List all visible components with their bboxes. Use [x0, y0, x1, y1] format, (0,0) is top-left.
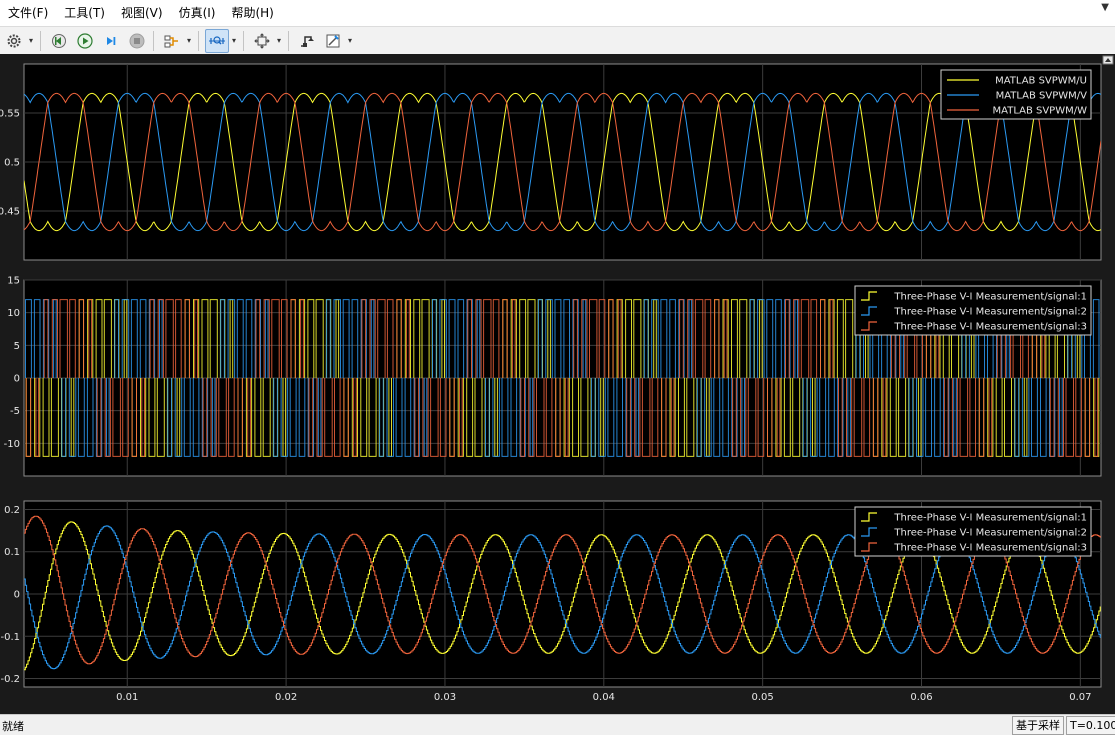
step-forward-button[interactable]	[99, 29, 123, 53]
toolbar-separator	[40, 30, 41, 51]
undock-icon	[1102, 55, 1114, 65]
step-back-button[interactable]	[47, 29, 71, 53]
step-back-icon	[52, 33, 66, 48]
scope-plot-2: 15 10 5 0 -5 -10 Three-Phase V-I Measurement/s…	[4, 276, 1102, 477]
stop-button[interactable]	[125, 29, 149, 53]
menu-simulation[interactable]: 仿真(I)	[171, 0, 224, 26]
legend: MATLAB SVPWM/U MATLAB SVPWM/V MATLAB SVPWM…	[940, 69, 1092, 120]
legend-entry-1: Three-Phase V-I Measurement/signal:1	[893, 292, 1087, 303]
fit-to-view-icon	[254, 32, 270, 49]
scope-plot-3: 0.2 0.1 0 -0.1 -0.2 0.01 0.02 0.03 0.04 0.05 0.06 0…	[0, 500, 1102, 703]
y-tick-label: 10	[7, 308, 20, 319]
scope-plot-1: 0.550.50.45MATLAB SVPWM/UMATLAB SVPWM/VM…	[0, 63, 1102, 261]
status-text: 就绪	[2, 720, 24, 733]
fit-to-view-button[interactable]	[250, 29, 274, 53]
zoom-dropdown[interactable]: ▾	[229, 30, 239, 52]
menu-view[interactable]: 视图(V)	[113, 0, 171, 26]
y-tick-label: 0.55	[0, 109, 20, 120]
y-tick-label: -0.2	[0, 674, 20, 685]
signal-highlight-icon	[164, 35, 178, 47]
settings-button[interactable]	[2, 29, 26, 53]
scope-plots[interactable]: 0.550.50.45MATLAB SVPWM/UMATLAB SVPWM/VM…	[0, 54, 1115, 714]
status-bar: 就绪 基于采样 T=0.100	[0, 714, 1115, 735]
y-tick-label: 0	[14, 374, 20, 385]
y-tick-label: -5	[10, 406, 20, 417]
stop-icon	[129, 33, 145, 48]
step-forward-icon	[107, 36, 116, 45]
legend: Three-Phase V-I Measurement/signal:1 Thre…	[854, 506, 1092, 557]
legend-entry-2: Three-Phase V-I Measurement/signal:2	[893, 307, 1087, 318]
y-tick-label: -0.1	[0, 632, 20, 643]
legend-entry-3: Three-Phase V-I Measurement/signal:3	[893, 543, 1087, 554]
legend: Three-Phase V-I Measurement/signal:1 Thre…	[854, 285, 1092, 336]
y-tick-label: 0.45	[0, 207, 20, 218]
y-tick-label: 15	[7, 276, 20, 287]
legend-entry-3: Three-Phase V-I Measurement/signal:3	[893, 322, 1087, 333]
toolbar-separator	[153, 30, 154, 51]
legend-entry-1: MATLAB SVPWM/U	[995, 76, 1087, 87]
y-tick-label: -10	[4, 439, 20, 450]
triggers-button[interactable]	[295, 29, 319, 53]
signal-highlight-button[interactable]	[160, 29, 184, 53]
y-tick-label: 0	[14, 590, 20, 601]
run-button[interactable]	[73, 29, 97, 53]
toolbar: ▾ ▾ ▾ ▾ ▾	[0, 26, 1115, 55]
x-tick-label: 0.05	[752, 692, 774, 703]
toolbar-separator	[288, 30, 289, 51]
measurement-button[interactable]	[321, 29, 345, 53]
scope-display: 0.55 0.5 0.45 MATLAB SVPWM/U MATLAB SVPWM/V M…	[0, 54, 1115, 714]
x-tick-label: 0.03	[434, 692, 456, 703]
settings-dropdown[interactable]: ▾	[26, 30, 36, 52]
menu-file[interactable]: 文件(F)	[0, 0, 56, 26]
menu-tools[interactable]: 工具(T)	[56, 0, 113, 26]
y-tick-label: 5	[14, 341, 20, 352]
legend-entry-2: Three-Phase V-I Measurement/signal:2	[893, 528, 1087, 539]
x-tick-label: 0.06	[910, 692, 932, 703]
legend-entry-2: MATLAB SVPWM/V	[996, 91, 1088, 102]
sample-mode: 基于采样	[1012, 716, 1064, 735]
x-tick-label: 0.01	[116, 692, 138, 703]
triggers-icon	[301, 35, 314, 47]
gear-icon	[7, 34, 21, 47]
collapse-menu-icon[interactable]: ▼	[1101, 2, 1109, 13]
legend-entry-1: Three-Phase V-I Measurement/signal:1	[893, 513, 1087, 524]
toolbar-separator	[198, 30, 199, 51]
toolbar-separator	[243, 30, 244, 51]
x-tick-label: 0.04	[593, 692, 615, 703]
signal-highlight-dropdown[interactable]: ▾	[184, 30, 194, 52]
y-tick-label: 0.2	[4, 505, 20, 516]
x-tick-label: 0.02	[275, 692, 297, 703]
y-tick-label: 0.5	[4, 158, 20, 169]
measurement-dropdown[interactable]: ▾	[345, 30, 355, 52]
run-icon	[77, 32, 93, 49]
y-tick-label: 0.1	[4, 547, 20, 558]
legend-entry-3: MATLAB SVPWM/W	[993, 106, 1088, 117]
menu-bar: 文件(F) 工具(T) 视图(V) 仿真(I) 帮助(H) ▼	[0, 0, 1115, 26]
fit-to-view-dropdown[interactable]: ▾	[274, 30, 284, 52]
zoom-button[interactable]	[205, 28, 229, 53]
measurement-icon	[326, 34, 340, 47]
x-tick-label: 0.07	[1069, 692, 1091, 703]
zoom-icon	[209, 35, 225, 45]
menu-help[interactable]: 帮助(H)	[223, 0, 281, 26]
simulation-time: T=0.100	[1066, 716, 1115, 735]
